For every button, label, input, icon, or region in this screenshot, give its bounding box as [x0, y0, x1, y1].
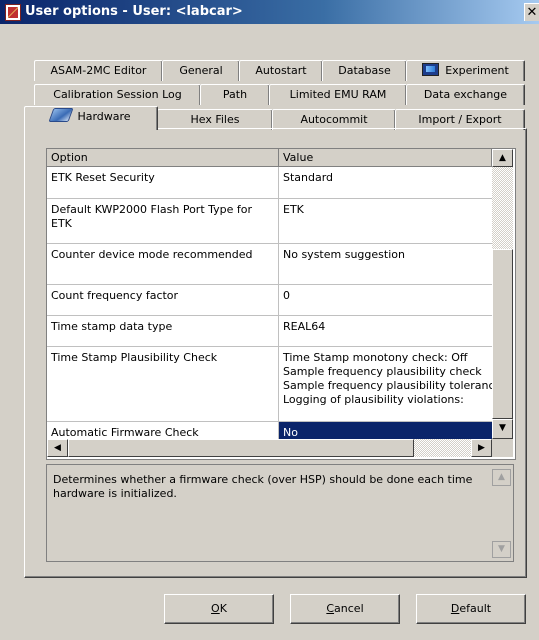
app-icon [5, 4, 21, 21]
tab-label: Hardware [77, 110, 131, 123]
window-title: User options - User: <labcar> [25, 4, 243, 19]
value-cell[interactable]: Standard [279, 167, 492, 198]
tab-data-exchange[interactable]: Data exchange [406, 84, 525, 105]
description-scroll-down-button[interactable]: ▼ [492, 541, 511, 558]
tab-general[interactable]: General [162, 60, 240, 81]
tab-label: Database [338, 64, 391, 77]
option-cell: ETK Reset Security [47, 167, 279, 198]
default-label: efault [459, 602, 492, 615]
scroll-thumb[interactable] [492, 249, 513, 419]
title-bar: User options - User: <labcar> ✕ [0, 0, 539, 24]
cancel-mnemonic: C [326, 602, 335, 615]
tab-label: Hex Files [190, 113, 240, 126]
value-cell[interactable]: No system suggestion [279, 244, 492, 284]
tab-autocommit[interactable]: Autocommit [272, 109, 396, 130]
option-cell: Time stamp data type [47, 316, 279, 346]
default-button[interactable]: Default [416, 594, 526, 624]
value-cell[interactable]: 0 [279, 285, 492, 315]
horizontal-scrollbar[interactable]: ◀ ▶ [47, 439, 492, 457]
tab-label: Limited EMU RAM [289, 88, 387, 101]
ok-button[interactable]: OK [164, 594, 274, 624]
scroll-up-button[interactable]: ▲ [492, 149, 513, 167]
tab-label: Path [222, 88, 248, 101]
options-grid: Option Value ETK Reset Security Standard… [46, 148, 516, 460]
tab-label: ASAM-2MC Editor [50, 64, 147, 77]
tab-label: General [179, 64, 223, 77]
scroll-track[interactable] [492, 167, 513, 249]
table-row[interactable]: Count frequency factor 0 [47, 285, 492, 316]
tab-autostart[interactable]: Autostart [239, 60, 323, 81]
value-cell[interactable]: REAL64 [279, 316, 492, 346]
value-cell[interactable]: ETK [279, 199, 492, 243]
tab-label: Import / Export [418, 113, 502, 126]
description-scroll-up-button[interactable]: ▲ [492, 469, 511, 486]
tab-database[interactable]: Database [322, 60, 407, 81]
option-cell: Time Stamp Plausibility Check [47, 347, 279, 421]
hardware-icon [48, 108, 74, 122]
table-row[interactable]: Time stamp data type REAL64 [47, 316, 492, 347]
option-cell: Default KWP2000 Flash Port Type for ETK [47, 199, 279, 243]
close-button[interactable]: ✕ [524, 3, 539, 21]
table-row[interactable]: ETK Reset Security Standard [47, 167, 492, 199]
cancel-label: ancel [334, 602, 364, 615]
tab-path[interactable]: Path [200, 84, 270, 105]
experiment-icon [422, 63, 440, 76]
ok-mnemonic: O [211, 602, 220, 615]
description-scrollbar[interactable]: ▲ ▼ [492, 469, 511, 559]
table-row[interactable]: Default KWP2000 Flash Port Type for ETK … [47, 199, 492, 244]
table-row[interactable]: Time Stamp Plausibility Check Time Stamp… [47, 347, 492, 422]
description-text: Determines whether a firmware check (ove… [53, 473, 473, 500]
ok-label: K [219, 602, 227, 615]
tab-limited-emu-ram[interactable]: Limited EMU RAM [269, 84, 407, 105]
tab-asam-2mc-editor[interactable]: ASAM-2MC Editor [34, 60, 163, 81]
value-cell[interactable]: Time Stamp monotony check: Off Sample fr… [279, 347, 492, 421]
tab-label: Experiment [445, 64, 509, 77]
scroll-corner [492, 439, 513, 457]
description-box: Determines whether a firmware check (ove… [46, 464, 514, 562]
horizontal-scroll-track[interactable] [414, 439, 471, 457]
tab-hex-files[interactable]: Hex Files [157, 109, 273, 130]
option-cell: Count frequency factor [47, 285, 279, 315]
tab-label: Data exchange [423, 88, 508, 101]
horizontal-scroll-thumb[interactable] [68, 439, 414, 457]
scroll-down-button[interactable]: ▼ [492, 419, 513, 439]
tab-label: Autocommit [300, 113, 368, 126]
tab-label: Calibration Session Log [53, 88, 182, 101]
tab-hardware[interactable]: Hardware [24, 106, 158, 130]
table-row[interactable]: Counter device mode recommended No syste… [47, 244, 492, 285]
scroll-right-button[interactable]: ▶ [471, 439, 492, 457]
column-header-value[interactable]: Value [279, 149, 492, 167]
tab-experiment[interactable]: Experiment [406, 60, 525, 81]
column-header-option[interactable]: Option [47, 149, 279, 167]
scroll-left-button[interactable]: ◀ [47, 439, 68, 457]
tab-calibration-session-log[interactable]: Calibration Session Log [34, 84, 201, 105]
tab-label: Autostart [255, 64, 307, 77]
tab-import-export[interactable]: Import / Export [395, 109, 525, 130]
option-cell: Counter device mode recommended [47, 244, 279, 284]
vertical-scrollbar[interactable]: ▲ ▼ [492, 149, 513, 439]
cancel-button[interactable]: Cancel [290, 594, 400, 624]
